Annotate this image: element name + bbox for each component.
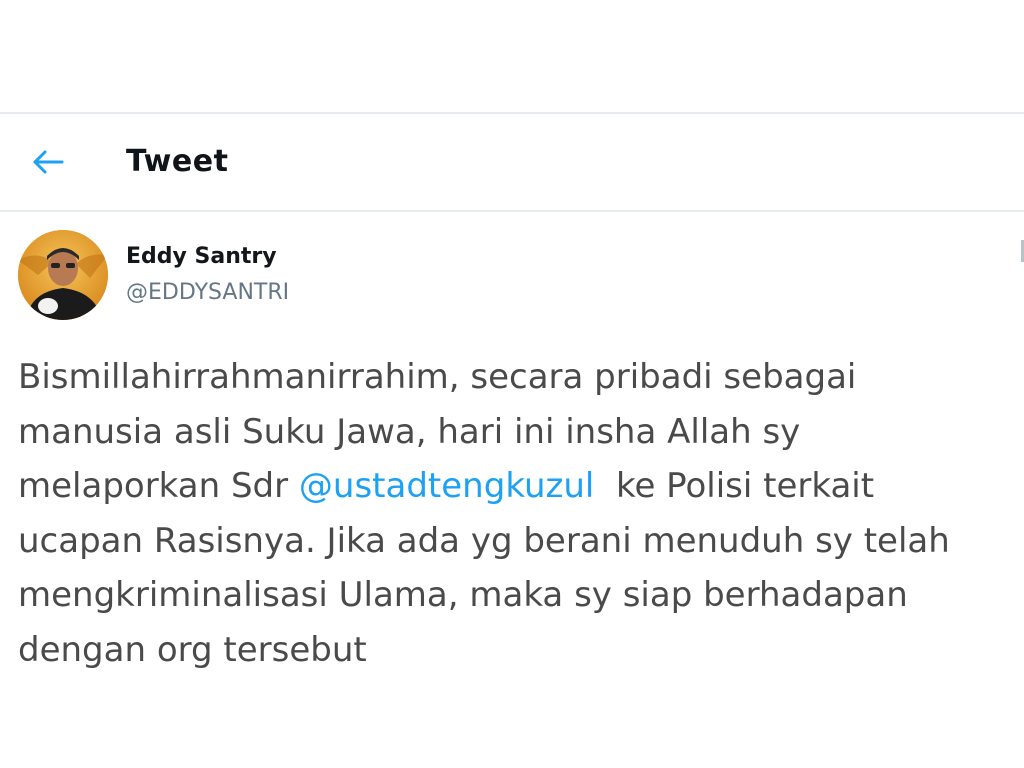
tweet-text: Bismillahirrahmanirrahim, secara pribadi… <box>18 350 1022 677</box>
top-blank-area <box>0 0 1024 113</box>
tweet-text-segment: ke Polisi terkait <box>594 466 875 506</box>
author-handle[interactable]: @EDDYSANTRI <box>126 280 289 305</box>
tweet-page: Tweet Eddy Santry @EDDYSANTRI Bismillahi… <box>0 0 1024 768</box>
avatar[interactable] <box>18 230 108 320</box>
tweet-line-4: ucapan Rasisnya. Jika ada yg berani menu… <box>18 520 950 561</box>
page-title: Tweet <box>126 144 229 179</box>
author-name[interactable]: Eddy Santry <box>126 244 277 269</box>
tweet-author: Eddy Santry @EDDYSANTRI <box>18 230 618 320</box>
tweet-line-5: mengkriminalisasi Ulama, maka sy siap be… <box>18 575 908 615</box>
tweet-header: Tweet <box>0 114 1024 210</box>
tweet-line-6: dengan org tersebut <box>18 629 367 670</box>
mention-link[interactable]: @ustadtengkuzul <box>299 466 594 506</box>
tweet-line-2: manusia asli Suku Jawa, hari ini insha A… <box>18 411 801 452</box>
arrow-left-icon <box>33 150 64 174</box>
tweet-line-3: melaporkan Sdr @ustadtengkuzul ke Polisi… <box>18 459 1022 514</box>
tweet-text-segment: melaporkan Sdr <box>18 466 299 506</box>
header-divider <box>0 210 1024 212</box>
back-button[interactable] <box>22 140 74 184</box>
tweet-line-1: Bismillahirrahmanirrahim, secara pribadi… <box>18 357 857 397</box>
avatar-photo <box>18 230 108 320</box>
